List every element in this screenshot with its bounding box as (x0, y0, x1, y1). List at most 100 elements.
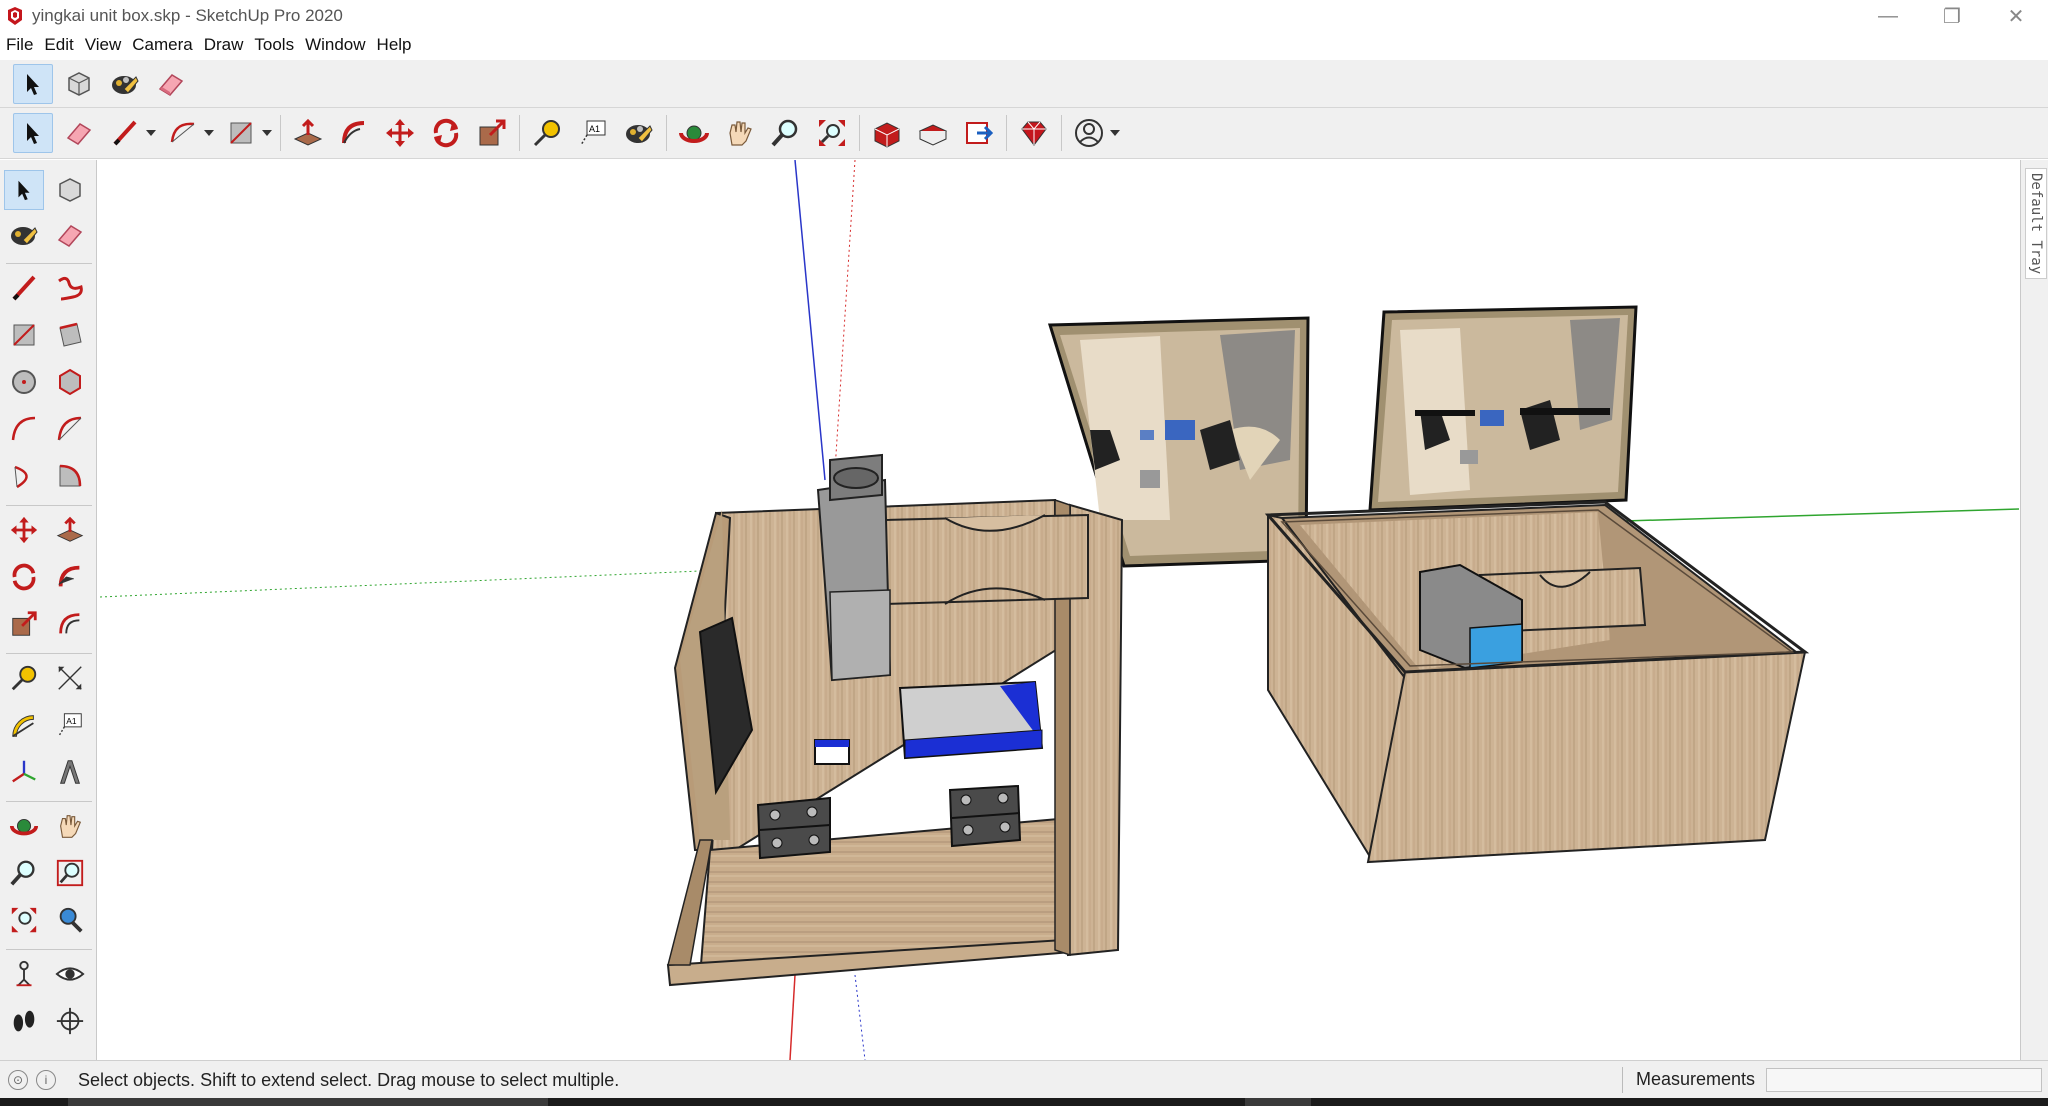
pan-tool[interactable] (720, 113, 760, 153)
line-dropdown-icon[interactable] (146, 130, 156, 136)
left-two-point-arc-tool[interactable] (50, 409, 90, 449)
push-pull-icon (56, 516, 84, 542)
move-icon (386, 119, 414, 147)
left-component-tool[interactable] (50, 170, 90, 210)
select-icon (27, 123, 39, 144)
left-3d-text-tool[interactable] (50, 752, 90, 792)
left-follow-me-tool[interactable] (50, 557, 90, 597)
left-rectangle-tool[interactable] (4, 315, 44, 355)
left-previous-view-tool[interactable] (50, 900, 90, 940)
rectangle-tool[interactable] (221, 113, 261, 153)
paint-bucket-tool-2[interactable] (619, 113, 659, 153)
ruby-console-tool[interactable] (1014, 113, 1054, 153)
default-tray-tab[interactable]: Default Tray (2025, 168, 2047, 280)
orbit-icon (9, 818, 39, 836)
info-icon[interactable]: i (36, 1070, 56, 1090)
left-rotated-rectangle-tool[interactable] (50, 315, 90, 355)
select-tool[interactable] (13, 63, 53, 104)
left-select-tool[interactable] (4, 170, 44, 210)
line-tool[interactable] (105, 113, 145, 153)
orbit-icon (679, 125, 709, 143)
close-icon[interactable]: ✕ (1984, 0, 2048, 32)
menu-help[interactable]: Help (371, 35, 417, 55)
left-zoom-extents-tool[interactable] (4, 900, 44, 940)
left-three-point-arc-tool[interactable] (4, 456, 44, 496)
taskbar-item[interactable] (68, 1098, 548, 1106)
left-walk-tool[interactable] (4, 1001, 44, 1041)
eraser-tool-2[interactable] (59, 113, 99, 153)
svg-text:A1: A1 (66, 716, 77, 726)
zoom-extents-tool[interactable] (812, 113, 852, 153)
taskbar-item[interactable] (1245, 1098, 1311, 1106)
left-offset-tool[interactable] (50, 604, 90, 644)
eraser-icon (66, 123, 92, 145)
restore-icon[interactable]: ❐ (1920, 0, 1984, 32)
left-protractor-tool[interactable] (4, 705, 44, 745)
window-title: yingkai unit box.skp - SketchUp Pro 2020 (32, 6, 343, 25)
eraser-tool[interactable] (151, 64, 191, 104)
geolocation-icon[interactable]: ⊙ (8, 1070, 28, 1090)
arc-tool[interactable] (163, 113, 203, 153)
zoom-tool[interactable] (766, 113, 806, 153)
left-paint-tool[interactable] (4, 215, 44, 255)
menu-camera[interactable]: Camera (126, 35, 197, 55)
menu-draw[interactable]: Draw (198, 35, 249, 55)
left-eraser-tool[interactable] (50, 215, 90, 255)
menu-tools[interactable]: Tools (248, 35, 299, 55)
left-polygon-tool[interactable] (50, 362, 90, 402)
rectangle-dropdown-icon[interactable] (262, 130, 272, 136)
minimize-icon[interactable]: — (1856, 0, 1920, 32)
left-circle-tool[interactable] (4, 362, 44, 402)
text-tool[interactable]: A1 (573, 113, 613, 153)
left-text-tool[interactable]: A1 (50, 705, 90, 745)
account-button[interactable] (1069, 113, 1109, 153)
orbit-tool[interactable] (674, 113, 714, 153)
left-line-tool[interactable] (4, 268, 44, 308)
red-axis-line (789, 974, 796, 1061)
left-zoom-tool[interactable] (4, 853, 44, 893)
left-scale-tool[interactable] (4, 604, 44, 644)
zoom-icon (10, 860, 35, 886)
measurements-input[interactable] (1766, 1068, 2042, 1092)
extension-warehouse-tool[interactable] (913, 113, 953, 153)
layout-tool[interactable] (959, 113, 999, 153)
left-arc-tool[interactable] (4, 409, 44, 449)
left-zoom-window-tool[interactable] (50, 853, 90, 893)
left-tape-measure-tool[interactable] (4, 658, 44, 698)
left-axes-tool[interactable] (4, 752, 44, 792)
left-look-around-tool[interactable] (50, 954, 90, 994)
left-freehand-tool[interactable] (50, 268, 90, 308)
follow-me-tool[interactable] (334, 113, 374, 153)
menu-view[interactable]: View (79, 35, 127, 55)
menu-edit[interactable]: Edit (38, 35, 78, 55)
select-tool-2[interactable] (13, 113, 53, 153)
look-around-icon (55, 967, 85, 981)
arc-icon (11, 416, 36, 441)
scale-tool[interactable] (472, 113, 512, 153)
account-dropdown-icon[interactable] (1110, 130, 1120, 136)
tape-measure-tool[interactable] (527, 113, 567, 153)
left-pie-tool[interactable] (50, 456, 90, 496)
left-pan-tool[interactable] (50, 806, 90, 846)
left-dimension-tool[interactable] (50, 658, 90, 698)
menu-file[interactable]: File (0, 35, 38, 55)
rectangle-icon (13, 324, 35, 346)
3d-warehouse-tool[interactable] (867, 113, 907, 153)
status-bar: ⊙ i Select objects. Shift to extend sele… (0, 1060, 2048, 1099)
left-rotate-tool[interactable] (4, 557, 44, 597)
paint-bucket-tool[interactable] (105, 64, 145, 104)
follow-me-icon (342, 121, 365, 144)
arc-dropdown-icon[interactable] (204, 130, 214, 136)
model-viewport[interactable] (97, 159, 2020, 1061)
push-pull-tool[interactable] (288, 113, 328, 153)
move-tool[interactable] (380, 113, 420, 153)
rotated-rectangle-icon (59, 322, 82, 347)
left-orbit-tool[interactable] (4, 806, 44, 846)
menu-window[interactable]: Window (299, 35, 370, 55)
component-tool[interactable] (59, 64, 99, 104)
left-move-tool[interactable] (4, 510, 44, 550)
left-position-camera-tool[interactable] (4, 954, 44, 994)
left-section-plane-tool[interactable] (50, 1001, 90, 1041)
left-push-pull-tool[interactable] (50, 510, 90, 550)
rotate-tool[interactable] (426, 113, 466, 153)
